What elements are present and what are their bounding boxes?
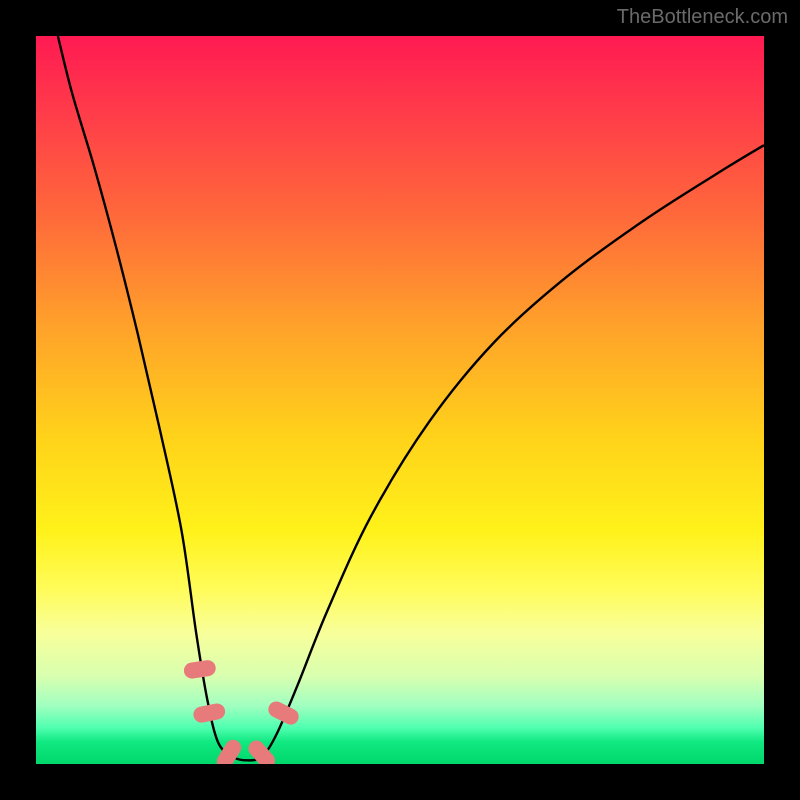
chart-markers: [183, 659, 302, 764]
segment-right: [266, 699, 302, 728]
bottleneck-curve-path: [58, 36, 764, 760]
bottleneck-curve: [58, 36, 764, 760]
chart-svg: [36, 36, 764, 764]
segment-left-upper: [183, 659, 217, 680]
watermark-text: TheBottleneck.com: [617, 6, 788, 29]
segment-left-lower: [192, 702, 227, 724]
chart-plot-area: [36, 36, 764, 764]
